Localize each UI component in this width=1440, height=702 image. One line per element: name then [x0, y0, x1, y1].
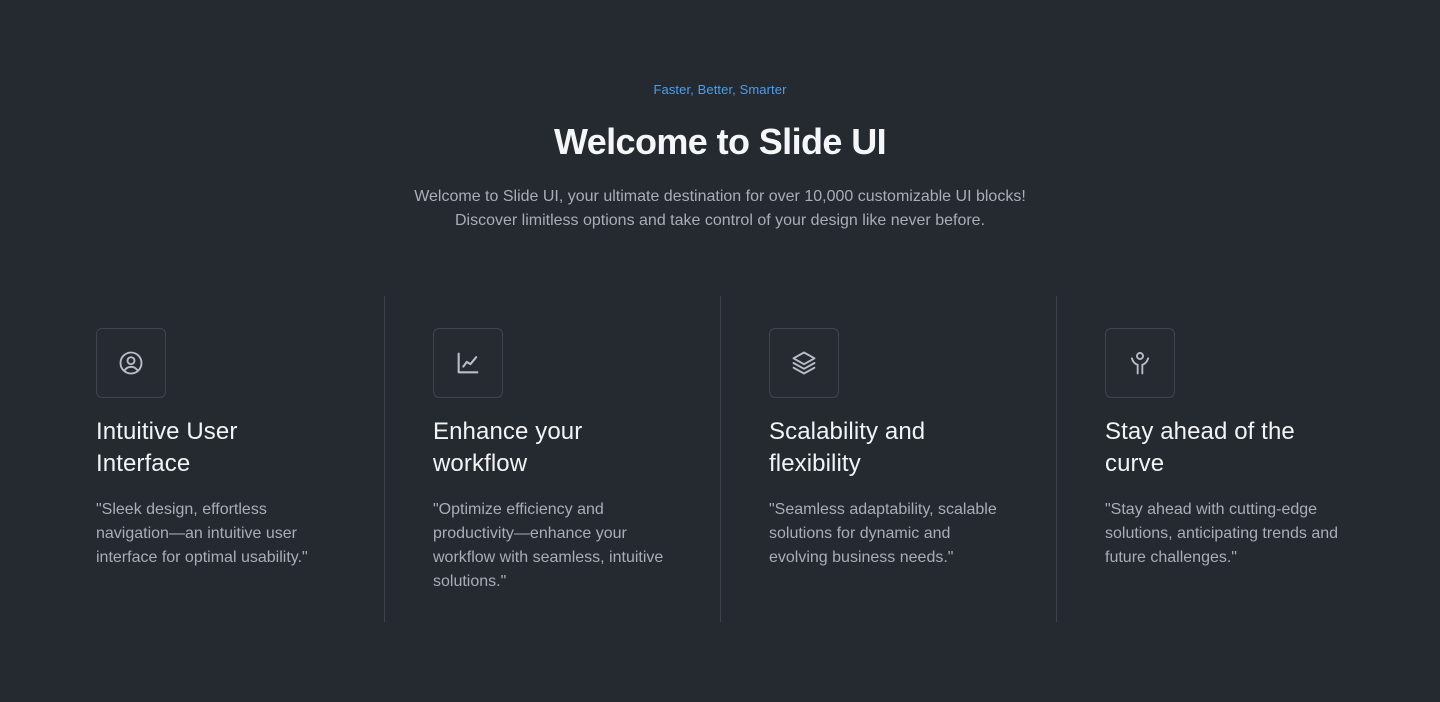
feature-title: Stay ahead of the curve [1105, 418, 1295, 477]
feature-description: "Seamless adaptability, scalable solutio… [769, 501, 997, 566]
feature-description: "Sleek design, effortless navigation—an … [96, 501, 308, 566]
feature-title: Intuitive User Interface [96, 418, 238, 477]
feature-icon-box [1105, 328, 1175, 398]
feature-title: Scalability and flexibility [769, 418, 926, 477]
features-grid: Intuitive User Interface "Sleek design, … [48, 296, 1392, 622]
hero-subtitle: Welcome to Slide UI, your ultimate desti… [414, 188, 1026, 229]
hero-eyebrow: Faster, Better, Smarter [653, 82, 787, 97]
feature-icon-box [433, 328, 503, 398]
user-circle-icon [119, 351, 143, 375]
feature-icon-box [769, 328, 839, 398]
page-title: Welcome to Slide UI [553, 121, 887, 162]
feature-icon-box [96, 328, 166, 398]
feature-title: Enhance your workflow [433, 418, 583, 477]
person-arms-up-icon [1130, 352, 1150, 375]
feature-description: "Optimize efficiency and productivity—en… [433, 501, 664, 590]
chart-line-icon [457, 352, 479, 374]
feature-card-scalability: Scalability and flexibility "Seamless ad… [720, 296, 1056, 622]
feature-card-stay-ahead: Stay ahead of the curve "Stay ahead with… [1056, 296, 1392, 622]
feature-card-intuitive-ui: Intuitive User Interface "Sleek design, … [48, 296, 384, 622]
layers-icon [792, 351, 816, 375]
feature-card-workflow: Enhance your workflow "Optimize efficien… [384, 296, 720, 622]
feature-description: "Stay ahead with cutting-edge solutions,… [1105, 501, 1339, 566]
